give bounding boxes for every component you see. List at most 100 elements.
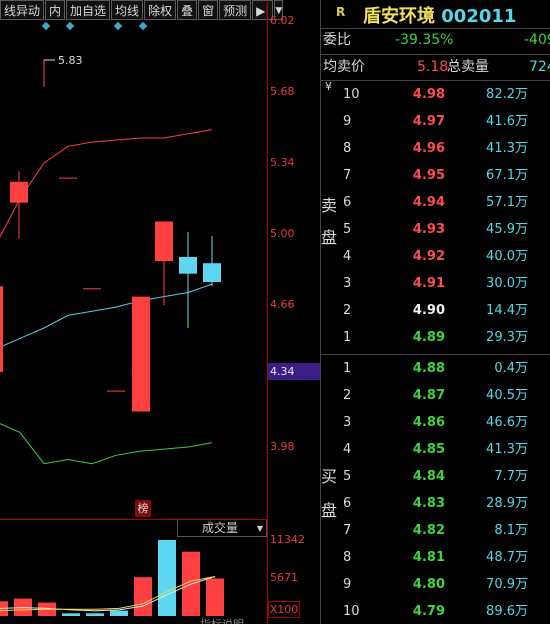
buy-level-row[interactable]: 7 4.82 8.1万 [321, 517, 550, 544]
level-price: 4.83 [412, 496, 445, 511]
indicator-help-link[interactable]: 指标说明 [200, 616, 244, 624]
sell-level-row[interactable]: 9 4.97 41.6万 [321, 108, 550, 135]
level-index: 2 [343, 388, 352, 403]
buy-level-row[interactable]: 5 4.84 7.7万 [321, 463, 550, 490]
total-sell-value: 724 [529, 59, 550, 75]
sell-level-row[interactable]: 2 4.90 14.4万 [321, 297, 550, 324]
buy-level-row[interactable]: 8 4.81 48.7万 [321, 544, 550, 571]
volume-bar [62, 613, 80, 616]
volume-tick: 11342 [270, 533, 305, 546]
toolbar-btn-add-watchlist[interactable]: 加自选 [66, 0, 111, 20]
candle [0, 286, 3, 372]
level-volume: 30.0万 [486, 276, 528, 291]
candle [132, 296, 150, 412]
level-volume: 40.5万 [486, 388, 528, 403]
volume-indicator-select[interactable]: 成交量 ▼ [177, 520, 267, 537]
candle [107, 390, 125, 392]
sell-level-row[interactable]: 1 4.89 29.3万 [321, 324, 550, 351]
ranking-badge[interactable]: 榜 [135, 500, 151, 517]
candle [203, 236, 221, 287]
wei-bi-label: 委比 [323, 32, 351, 48]
buy-level-row[interactable]: 2 4.87 40.5万 [321, 382, 550, 409]
level-volume: 45.9万 [486, 222, 528, 237]
level-index: 7 [343, 523, 352, 538]
buy-level-row[interactable]: 4 4.85 41.3万 [321, 436, 550, 463]
candle [59, 177, 77, 179]
level-index: 6 [343, 195, 352, 210]
price-tick: 5.34 [270, 156, 295, 169]
buy-side-char: 买 [321, 467, 338, 486]
level-index: 4 [343, 249, 352, 264]
toolbar-btn-inner[interactable]: 内 [45, 0, 66, 20]
price-tick: 5.68 [270, 85, 295, 98]
level-volume: 41.3万 [486, 442, 528, 457]
level-price: 4.86 [412, 415, 445, 430]
sell-level-row[interactable]: 8 4.96 41.3万 [321, 135, 550, 162]
level-index: 1 [343, 361, 352, 376]
sell-level-row[interactable]: 3 4.91 30.0万 [321, 270, 550, 297]
sell-level-row[interactable]: 4 4.92 40.0万 [321, 243, 550, 270]
buy-level-row[interactable]: 1 4.88 0.4万 [321, 355, 550, 382]
price-tick: 6.02 [270, 14, 295, 27]
toolbar-btn-overlay[interactable]: 叠 [177, 0, 198, 20]
buy-level-row[interactable]: 6 4.83 28.9万 [321, 490, 550, 517]
level-volume: 8.1万 [494, 523, 528, 538]
volume-bar [206, 578, 224, 616]
level-volume: 41.3万 [486, 141, 528, 156]
level-price: 4.82 [412, 523, 445, 538]
level-price: 4.80 [412, 577, 445, 592]
stock-name: 盾安环境 [363, 6, 435, 27]
candle-body [83, 288, 101, 290]
level-price: 4.89 [412, 330, 445, 345]
level-index: 10 [343, 87, 360, 102]
sell-level-row[interactable]: 6 4.94 57.1万 [321, 189, 550, 216]
buy-level-row[interactable]: 9 4.80 70.9万 [321, 571, 550, 598]
buy-level-row[interactable]: 3 4.86 46.6万 [321, 409, 550, 436]
level-volume: 29.3万 [486, 330, 528, 345]
level-index: 5 [343, 469, 352, 484]
wei-cha-value: -409 [524, 32, 550, 48]
toolbar-btn-window[interactable]: 窗 [198, 0, 219, 20]
level-price: 4.87 [412, 388, 445, 403]
level-index: 9 [343, 114, 352, 129]
level-volume: 41.6万 [486, 114, 528, 129]
level-index: 9 [343, 577, 352, 592]
stock-title: 盾安环境 002011 [363, 2, 516, 28]
candle-body [59, 177, 77, 179]
toolbar-btn-forecast[interactable]: 预测 [219, 0, 252, 20]
volume-indicator-label: 成交量 [202, 521, 239, 535]
level-volume: 82.2万 [486, 87, 528, 102]
price-tick: 4.66 [270, 298, 295, 311]
middle-band-line [0, 283, 213, 348]
sell-level-row[interactable]: 10 4.98 82.2万 [321, 81, 550, 108]
price-tick: 5.00 [270, 227, 295, 240]
level-volume: 0.4万 [494, 361, 528, 376]
level-index: 7 [343, 168, 352, 183]
current-price-marker: 4.34 [268, 363, 320, 380]
level-volume: 28.9万 [486, 496, 528, 511]
toolbar-btn-abnormal[interactable]: 线异动 [0, 0, 45, 20]
buy-level-row[interactable]: 10 4.79 89.6万 [321, 598, 550, 624]
level-index: 3 [343, 415, 352, 430]
level-price: 4.81 [412, 550, 445, 565]
level-index: 5 [343, 222, 352, 237]
toolbar-btn-ex-rights[interactable]: 除权 [144, 0, 177, 20]
sell-level-row[interactable]: 5 4.93 45.9万 [321, 216, 550, 243]
sell-side-char: 卖 [321, 196, 338, 215]
level-volume: 70.9万 [486, 577, 528, 592]
level-volume: 46.6万 [486, 415, 528, 430]
toolbar-btn-moving-average[interactable]: 均线 [111, 0, 144, 20]
level-index: 3 [343, 276, 352, 291]
avg-sell-value: 5.18 [417, 59, 449, 75]
sell-side-char: 盘 [321, 228, 338, 247]
level-volume: 57.1万 [486, 195, 528, 210]
level-index: 2 [343, 303, 352, 318]
kline-chart[interactable]: 5.83 [0, 0, 268, 520]
volume-unit: X100 [268, 601, 300, 618]
total-sell-label: 总卖量 [447, 59, 489, 75]
candle-body [10, 181, 28, 203]
candle [10, 171, 28, 239]
sell-level-row[interactable]: 7 4.95 67.1万 [321, 162, 550, 189]
chart-toolbar: 线异动 内 加自选 均线 除权 叠 窗 预测 ▶| ▼ [0, 0, 284, 22]
candle [155, 221, 173, 305]
